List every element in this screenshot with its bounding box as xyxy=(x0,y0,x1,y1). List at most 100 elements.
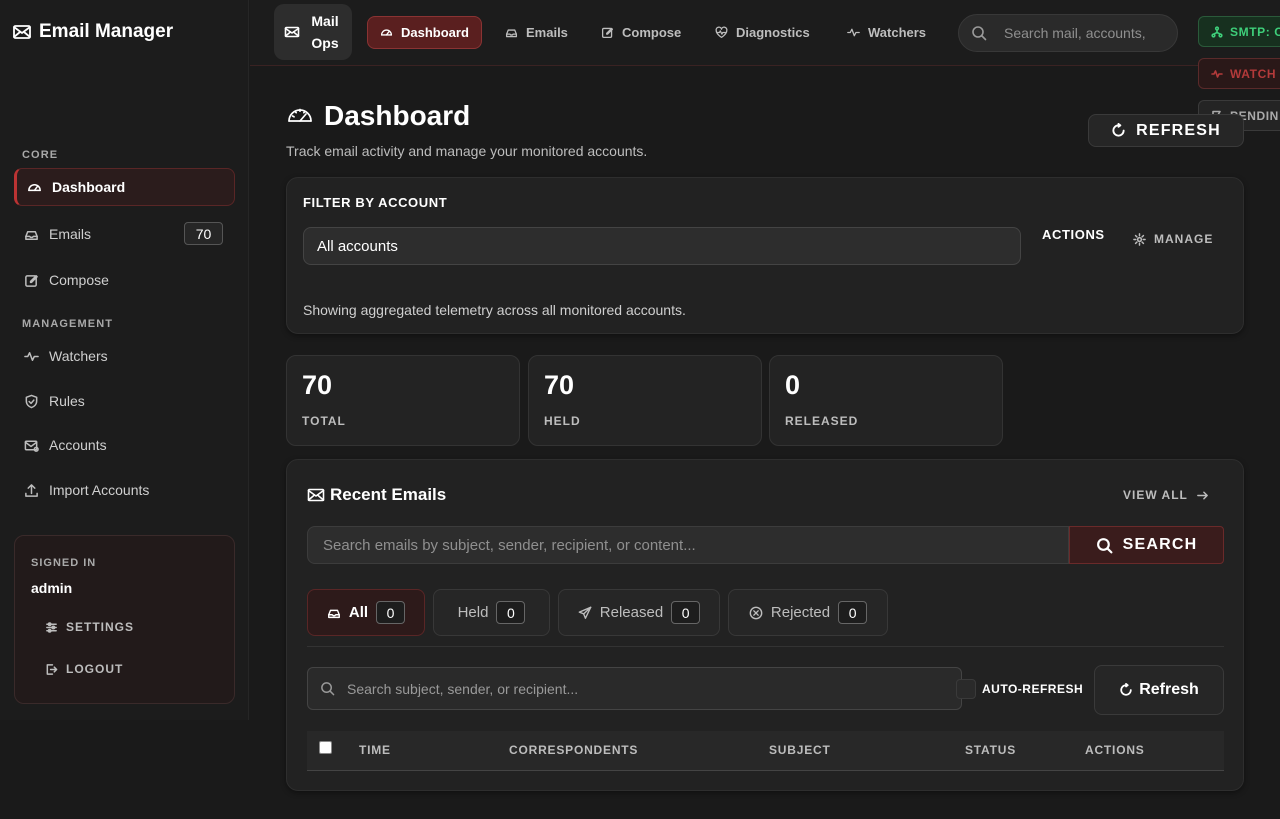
global-search-input[interactable]: Search mail, accounts, xyxy=(958,14,1178,52)
sidebar-item-rules[interactable]: Rules xyxy=(14,382,235,420)
pulse-icon xyxy=(847,28,860,37)
envelope-icon xyxy=(307,488,325,502)
refresh-icon xyxy=(1112,123,1125,137)
stat-label: HELD xyxy=(544,414,581,428)
chip-label: Released xyxy=(599,604,664,621)
smtp-status-pill[interactable]: SMTP: O xyxy=(1198,16,1280,47)
stat-held: 70 HELD xyxy=(528,355,762,446)
table-refresh-label: Refresh xyxy=(1139,681,1199,698)
logout-link[interactable]: LOGOUT xyxy=(45,662,123,676)
stat-label: RELEASED xyxy=(785,414,859,428)
filter-label: FILTER BY ACCOUNT xyxy=(303,195,448,210)
sidebar-item-label: Watchers xyxy=(49,348,108,364)
stat-label: TOTAL xyxy=(302,414,346,428)
chip-label: All xyxy=(348,604,369,621)
email-search-input[interactable]: Search emails by subject, sender, recipi… xyxy=(307,526,1069,564)
view-all-link[interactable]: VIEW ALL xyxy=(1123,488,1209,502)
filter-chip-held[interactable]: Held 0 xyxy=(433,589,550,636)
column-header-correspondents[interactable]: CORRESPONDENTS xyxy=(509,743,638,757)
filter-chip-all[interactable]: All 0 xyxy=(307,589,425,636)
emails-count-badge: 70 xyxy=(184,222,223,245)
x-circle-icon xyxy=(749,606,763,619)
sidebar-item-dashboard[interactable]: Dashboard xyxy=(14,168,235,206)
sidebar-item-emails[interactable]: Emails 70 xyxy=(14,215,235,253)
email-search-placeholder: Search emails by subject, sender, recipi… xyxy=(323,536,696,554)
search-icon xyxy=(1096,537,1113,553)
chip-count: 0 xyxy=(838,601,868,624)
logout-label: LOGOUT xyxy=(66,662,124,676)
column-header-subject[interactable]: SUBJECT xyxy=(769,743,831,757)
search-icon xyxy=(321,682,335,696)
chip-count: 0 xyxy=(496,601,526,624)
column-header-actions: ACTIONS xyxy=(1085,743,1145,757)
envelope-icon xyxy=(284,26,300,38)
sidebar-item-label: Accounts xyxy=(49,437,107,453)
username: admin xyxy=(31,580,73,596)
search-button-label: SEARCH xyxy=(1122,536,1198,553)
account-select[interactable]: All accounts xyxy=(303,227,1021,265)
column-header-time[interactable]: TIME xyxy=(359,743,391,757)
search-button[interactable]: SEARCH xyxy=(1069,526,1224,564)
tab-compose[interactable]: Compose xyxy=(589,16,693,49)
page-subtitle: Track email activity and manage your mon… xyxy=(286,143,648,159)
sidebar-item-watchers[interactable]: Watchers xyxy=(14,337,235,375)
nav-section-core: CORE xyxy=(22,149,59,161)
table-filter-placeholder: Search subject, sender, or recipient... xyxy=(347,680,579,697)
sidebar-item-label: Import Accounts xyxy=(49,482,150,498)
table-refresh-button[interactable]: Refresh xyxy=(1094,665,1224,715)
filter-card: FILTER BY ACCOUNT All accounts ACTIONS M… xyxy=(286,177,1244,334)
gauge-icon xyxy=(380,29,393,36)
actions-label: ACTIONS xyxy=(1042,227,1105,242)
tab-label: Diagnostics xyxy=(736,25,810,40)
recent-emails-title: Recent Emails xyxy=(307,485,446,505)
sidebar-item-compose[interactable]: Compose xyxy=(14,261,235,299)
tab-dashboard[interactable]: Dashboard xyxy=(367,16,482,49)
sidebar-item-accounts[interactable]: Accounts xyxy=(14,426,235,464)
watchers-status-pill[interactable]: WATCH xyxy=(1198,58,1280,89)
smtp-status-text: SMTP: O xyxy=(1230,24,1280,39)
tab-label: Emails xyxy=(526,25,568,40)
divider xyxy=(307,646,1224,647)
send-icon xyxy=(578,606,592,619)
envelope-icon xyxy=(13,25,31,39)
watchers-status-text: WATCH xyxy=(1230,66,1277,81)
inbox-icon xyxy=(505,29,518,38)
inbox-icon xyxy=(25,230,38,240)
pulse-icon xyxy=(1211,69,1223,78)
stat-value: 0 xyxy=(785,370,801,400)
auto-refresh-checkbox[interactable] xyxy=(956,679,976,699)
column-header-status[interactable]: STATUS xyxy=(965,743,1016,757)
sidebar: Email Manager CORE Dashboard Emails 70 C… xyxy=(0,0,249,720)
tab-diagnostics[interactable]: Diagnostics xyxy=(703,16,822,49)
recent-emails-card: Recent Emails VIEW ALL Search emails by … xyxy=(286,459,1244,791)
signed-in-label: SIGNED IN xyxy=(31,557,97,569)
filter-chip-rejected[interactable]: Rejected 0 xyxy=(728,589,888,636)
manage-button[interactable]: MANAGE xyxy=(1133,232,1213,246)
sidebar-item-import-accounts[interactable]: Import Accounts xyxy=(14,471,235,509)
heart-pulse-icon xyxy=(715,26,728,39)
brand-title: Email Manager xyxy=(39,21,174,42)
manage-label: MANAGE xyxy=(1154,232,1214,246)
upload-icon xyxy=(25,483,38,497)
brand[interactable]: Email Manager xyxy=(12,21,173,43)
tab-watchers[interactable]: Watchers xyxy=(835,16,938,49)
settings-label: SETTINGS xyxy=(66,620,135,634)
tab-emails[interactable]: Emails xyxy=(493,16,580,49)
select-all-checkbox[interactable] xyxy=(319,741,332,754)
settings-link[interactable]: SETTINGS xyxy=(45,620,134,634)
edit-icon xyxy=(25,274,38,287)
sliders-icon xyxy=(46,621,57,633)
user-card: SIGNED IN admin SETTINGS LOGOUT xyxy=(14,535,235,704)
network-icon xyxy=(1211,25,1223,38)
table-header: TIME CORRESPONDENTS SUBJECT STATUS ACTIO… xyxy=(307,731,1224,771)
auto-refresh-toggle[interactable]: AUTO-REFRESH xyxy=(956,679,1083,699)
mail-ops-button[interactable]: Mail Ops xyxy=(274,4,352,60)
table-filter-input[interactable]: Search subject, sender, or recipient... xyxy=(307,667,962,710)
sidebar-item-label: Rules xyxy=(49,393,85,409)
refresh-button[interactable]: REFRESH xyxy=(1088,114,1244,147)
page-title: Dashboard xyxy=(286,100,470,132)
mail-ops-label: Mail Ops xyxy=(311,13,339,51)
recent-emails-title-text: Recent Emails xyxy=(330,485,447,504)
chip-label: Rejected xyxy=(770,604,831,621)
filter-chip-released[interactable]: Released 0 xyxy=(558,589,720,636)
